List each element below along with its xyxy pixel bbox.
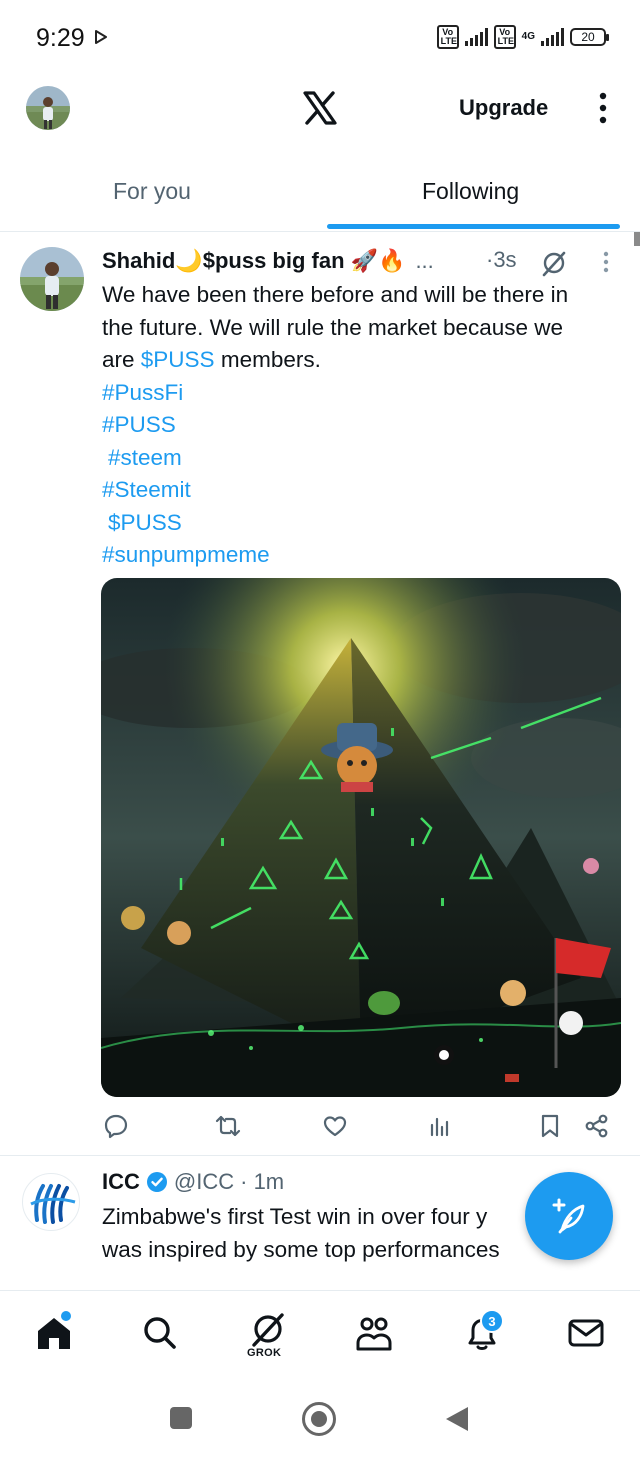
back-button[interactable] (446, 1407, 468, 1431)
repost-icon[interactable] (215, 1113, 241, 1139)
like-icon[interactable] (322, 1113, 348, 1139)
grok-label: GROK (247, 1347, 282, 1359)
nav-messages[interactable] (566, 1313, 606, 1357)
cashtag-link[interactable]: $PUSS (141, 347, 215, 372)
mail-icon (568, 1319, 604, 1347)
signal-icon (464, 28, 488, 46)
signal-icon (541, 28, 564, 46)
home-button[interactable] (302, 1402, 336, 1436)
bookmark-icon[interactable] (537, 1113, 563, 1139)
system-navigation-bar (0, 1376, 640, 1458)
author-name[interactable]: ICC (102, 1169, 140, 1195)
hashtag-link[interactable]: #PussFi (102, 377, 622, 410)
tab-for-you[interactable]: For you (113, 178, 191, 205)
top-app-bar: Upgrade (0, 78, 640, 148)
author-avatar[interactable] (22, 1173, 80, 1231)
timeline-tabs: For you Following (0, 160, 640, 232)
tweet-header: ICC @ICC · 1m (102, 1169, 284, 1195)
active-tab-indicator (327, 224, 620, 229)
volte-badge: Vo LTE (436, 25, 459, 49)
network-type: 4G (521, 31, 535, 42)
hashtag-link[interactable]: #Steemit (102, 474, 622, 507)
profile-avatar[interactable] (26, 86, 70, 130)
x-logo-icon[interactable] (302, 90, 338, 126)
author-avatar[interactable] (20, 247, 84, 311)
play-icon (95, 30, 107, 44)
author-handle[interactable]: @ICC (174, 1169, 234, 1195)
tweet-time[interactable]: · 1m (240, 1169, 284, 1195)
more-options-icon[interactable] (598, 92, 608, 124)
nav-communities[interactable] (354, 1313, 394, 1357)
name-truncation: ... (415, 248, 434, 273)
reply-icon[interactable] (103, 1113, 129, 1139)
compose-feather-icon (552, 1198, 585, 1234)
text-fragment: members. (214, 347, 321, 372)
views-icon[interactable] (427, 1113, 453, 1139)
battery-icon: 20 (570, 28, 609, 46)
tweet-image[interactable] (101, 578, 621, 1097)
home-new-indicator (61, 1311, 71, 1321)
share-icon[interactable] (584, 1113, 610, 1139)
hashtag-link[interactable]: #steem (102, 442, 622, 475)
grok-icon[interactable] (540, 249, 568, 277)
tweet-text-line: We have been there before and will be th… (102, 282, 569, 307)
text-fragment: are (102, 347, 141, 372)
grok-icon (252, 1313, 284, 1347)
tweet-text-line: are $PUSS members. (102, 344, 622, 377)
cashtag-link[interactable]: $PUSS (102, 507, 622, 540)
status-bar: 9:29 Vo LTE Vo LTE 4G 20 (0, 0, 640, 78)
author-name[interactable]: Shahid🌙$puss big fan 🚀🔥 (102, 248, 405, 274)
recents-button[interactable] (170, 1407, 192, 1429)
hashtag-link[interactable]: #PUSS (102, 409, 622, 442)
tweet-more-icon[interactable] (603, 251, 609, 273)
verified-badge-icon (146, 1172, 167, 1192)
tweet[interactable]: Shahid🌙$puss big fan 🚀🔥 ... ·3s We have … (0, 233, 640, 1156)
upgrade-button[interactable]: Upgrade (459, 95, 548, 121)
tweet-text: We have been there before and will be th… (102, 279, 622, 572)
communities-icon (356, 1317, 392, 1351)
status-time: 9:29 (36, 24, 85, 52)
tweet-header: Shahid🌙$puss big fan 🚀🔥 ... (102, 247, 434, 275)
search-icon (144, 1317, 176, 1349)
compose-post-button[interactable] (525, 1172, 613, 1260)
hashtag-link[interactable]: #sunpumpmeme (102, 539, 622, 572)
volte-badge: Vo LTE (493, 25, 516, 49)
tab-following[interactable]: Following (422, 178, 519, 205)
nav-search[interactable] (140, 1313, 180, 1357)
tweet-text-line: the future. We will rule the market beca… (102, 314, 564, 340)
bottom-navigation: GROK 3 (0, 1290, 640, 1376)
notification-badge: 3 (480, 1309, 504, 1333)
tweet-time[interactable]: ·3s (486, 247, 517, 273)
tweet-actions (0, 1109, 640, 1145)
